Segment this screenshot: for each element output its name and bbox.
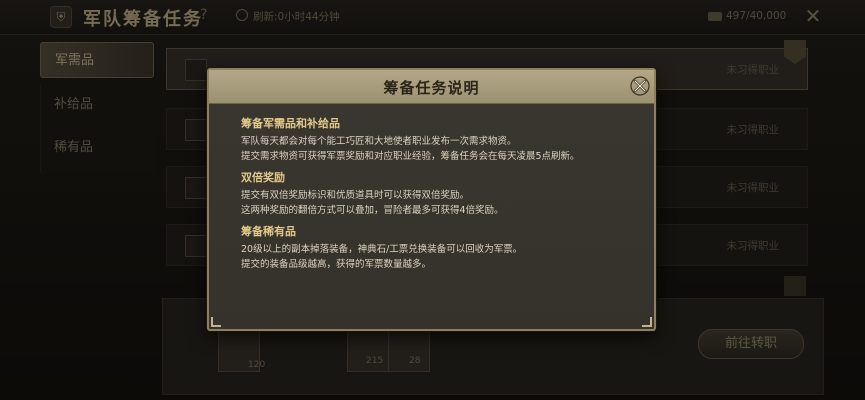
section-text: 20级以上的副本掉落装备，神典石/工票兑换装备可以回收为军票。: [241, 244, 523, 255]
task-info-dialog: 筹备任务说明 筹备军需品和补给品 军队每天都会对每个能工巧匠和大地使者职业发布一…: [207, 68, 656, 331]
frame-corner: [211, 317, 221, 327]
dialog-header: 筹备任务说明: [209, 70, 654, 104]
section-heading: 筹备军需品和补给品: [241, 117, 340, 130]
section-heading: 筹备稀有品: [241, 225, 296, 238]
section-text: 提交有双倍奖励标识和优质道具时可以获得双倍奖励。: [241, 190, 470, 201]
section-supplies: 筹备军需品和补给品 军队每天都会对每个能工巧匠和大地使者职业发布一次需求物资。 …: [241, 116, 631, 164]
section-rare: 筹备稀有品 20级以上的副本掉落装备，神典石/工票兑换装备可以回收为军票。 提交…: [241, 224, 631, 272]
section-double-reward: 双倍奖励 提交有双倍奖励标识和优质道具时可以获得双倍奖励。 这两种奖励的翻倍方式…: [241, 170, 631, 218]
section-text: 提交需求物资可获得军票奖励和对应职业经验，筹备任务会在每天凌晨5点刷新。: [241, 151, 580, 162]
section-text: 提交的装备品级越高，获得的军票数量越多。: [241, 259, 432, 270]
dialog-title: 筹备任务说明: [383, 79, 480, 97]
section-text: 这两种奖励的翻倍方式可以叠加，冒险者最多可获得4倍奖励。: [241, 205, 504, 216]
dialog-content: 筹备军需品和补给品 军队每天都会对每个能工巧匠和大地使者职业发布一次需求物资。 …: [241, 116, 631, 278]
section-text: 军队每天都会对每个能工巧匠和大地使者职业发布一次需求物资。: [241, 136, 517, 147]
section-heading: 双倍奖励: [241, 171, 285, 184]
frame-corner: [642, 317, 652, 327]
close-icon[interactable]: [629, 75, 651, 97]
